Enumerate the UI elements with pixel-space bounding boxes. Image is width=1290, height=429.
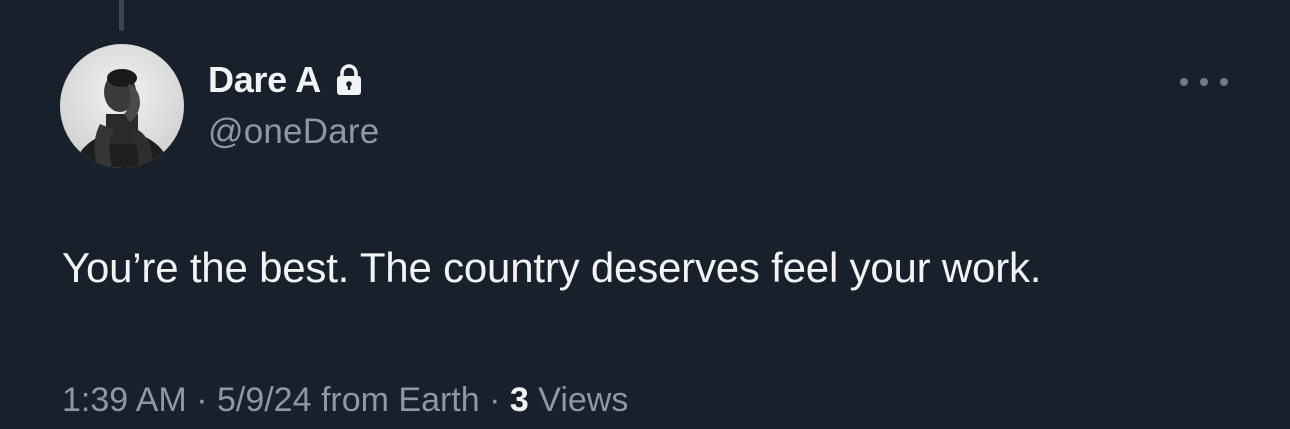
thread-connector-line (119, 0, 124, 31)
more-options-icon (1180, 78, 1188, 86)
more-options-icon-dot (1200, 78, 1208, 86)
views-label: Views (528, 381, 629, 419)
avatar[interactable] (60, 44, 184, 168)
tweet-source: from Earth (311, 381, 480, 419)
tweet-date[interactable]: 5/9/24 (217, 381, 312, 419)
tweet-text: You’re the best. The country deserves fe… (62, 244, 1042, 291)
more-options-icon-dot (1220, 78, 1228, 86)
tweet-meta: 1:39 AM · 5/9/24 from Earth · 3 Views (62, 381, 628, 420)
more-options-button[interactable] (1180, 68, 1228, 96)
meta-separator: · (479, 381, 510, 419)
author-name-row: Dare A (208, 58, 363, 102)
lock-icon (335, 63, 363, 97)
avatar-image (74, 69, 170, 168)
author-handle[interactable]: @oneDare (208, 112, 379, 152)
author-display-name[interactable]: Dare A (208, 59, 321, 101)
meta-separator: · (186, 381, 217, 419)
views-count[interactable]: 3 (510, 381, 529, 419)
tweet-time[interactable]: 1:39 AM (62, 381, 187, 419)
